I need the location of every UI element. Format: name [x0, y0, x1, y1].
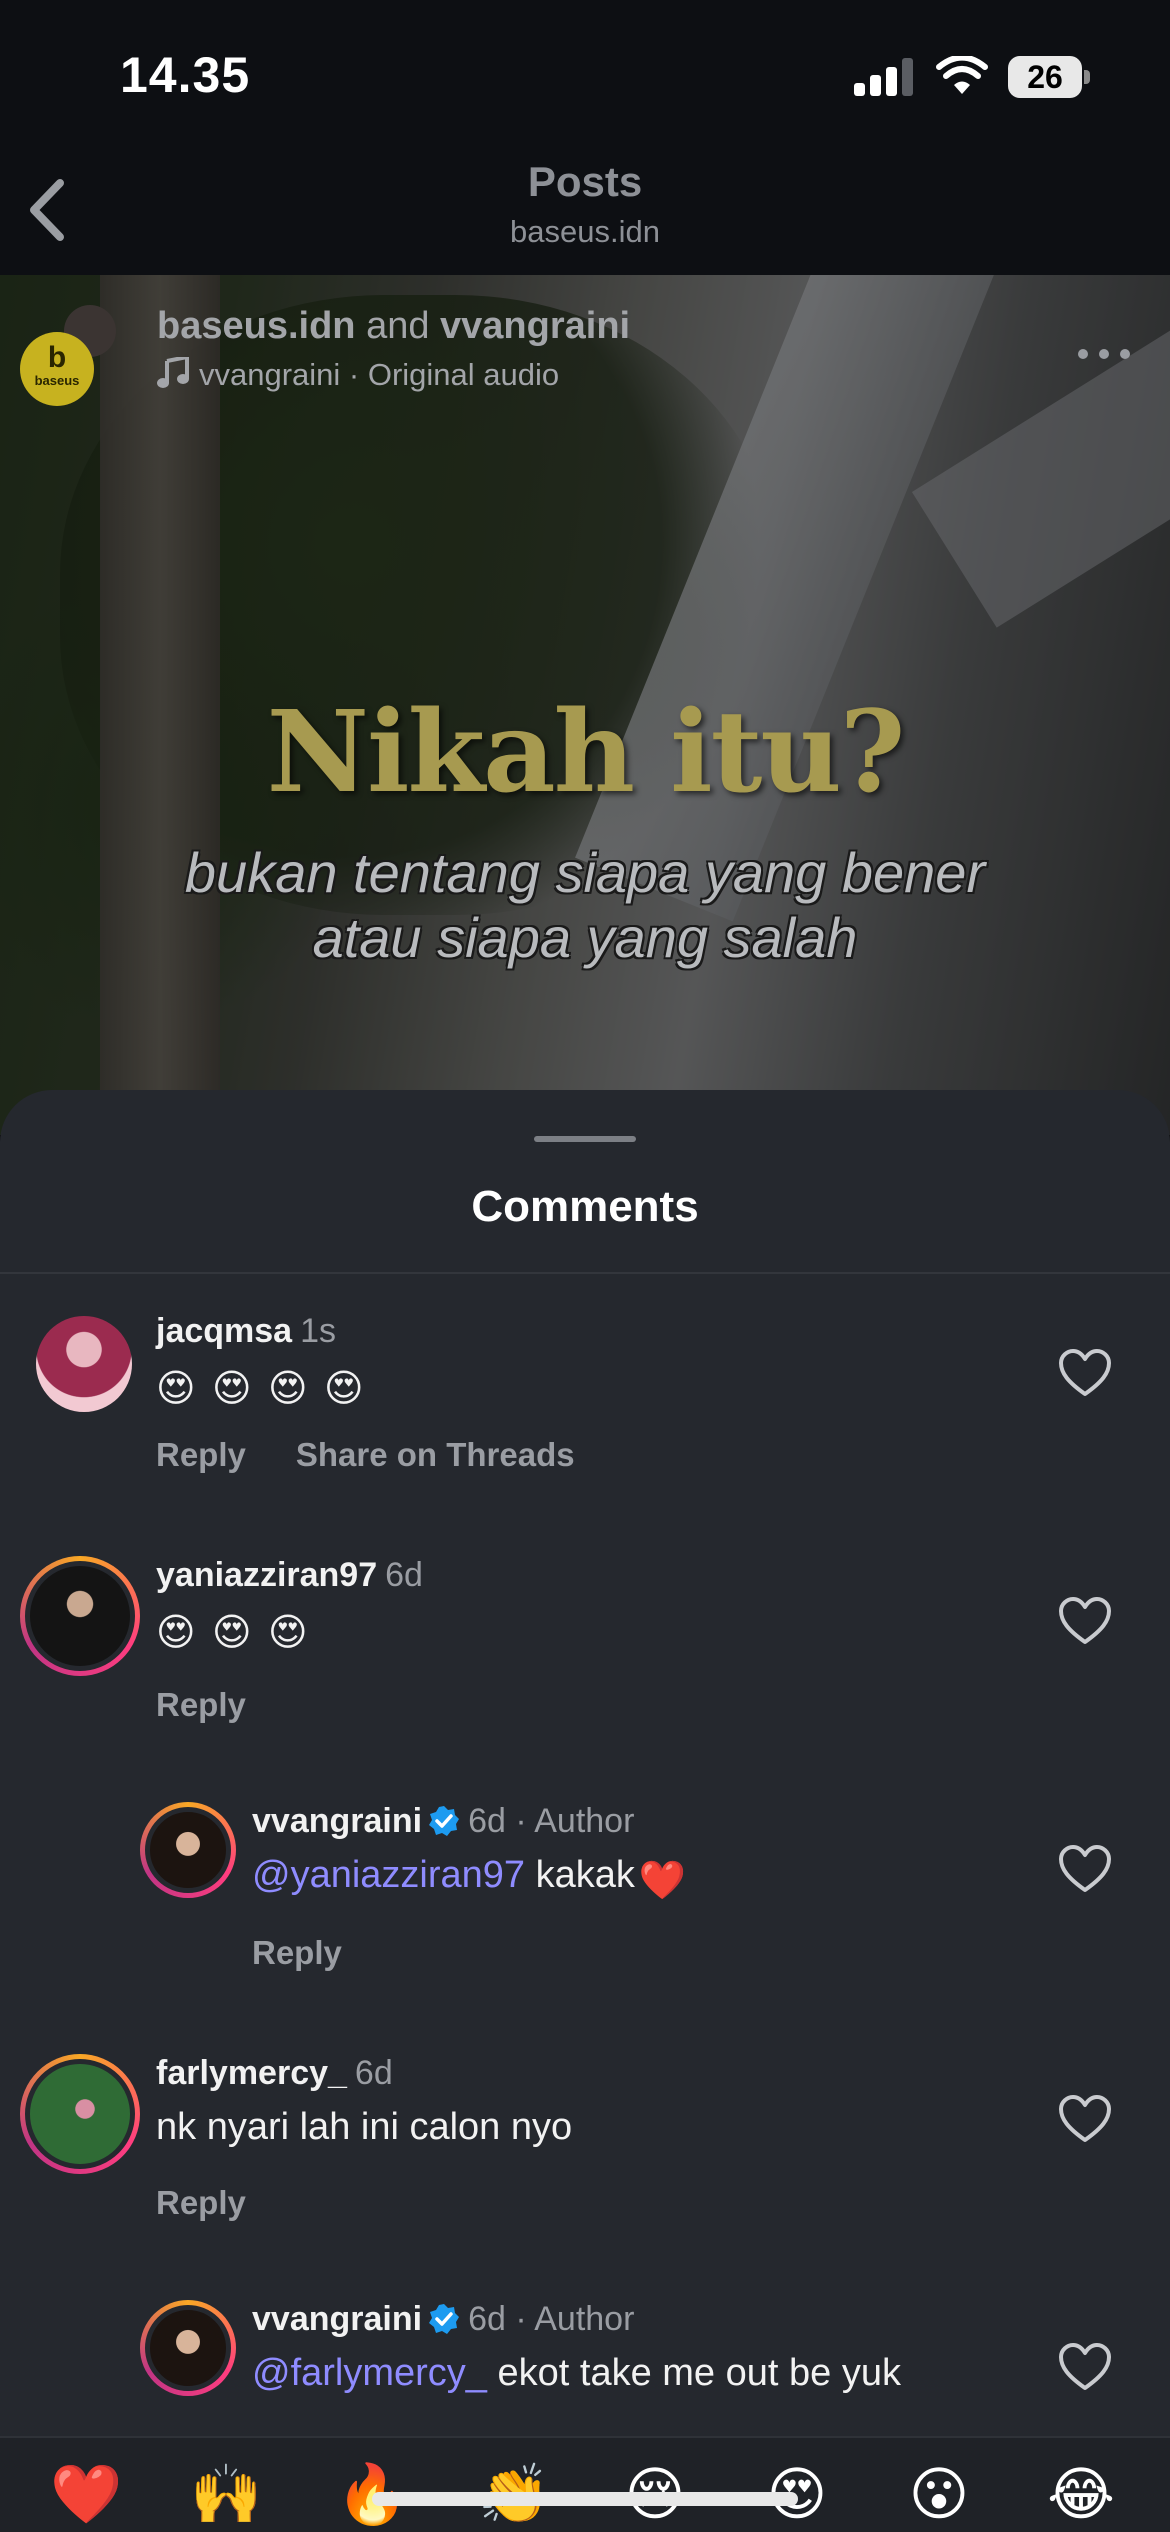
share-on-threads-button[interactable]: Share on Threads	[296, 1436, 575, 1473]
author-username[interactable]: baseus.idn	[157, 305, 356, 347]
avatar[interactable]	[140, 1802, 236, 1898]
heart-icon[interactable]	[1058, 1348, 1112, 1398]
comment-text: @farlymercy_ ekot take me out be yuk	[252, 2352, 901, 2394]
video-caption-line-1: bukan tentang siapa yang bener	[184, 841, 986, 904]
clock: 14.35	[120, 47, 251, 103]
comment-text: nk nyari lah ini calon nyo	[156, 2106, 573, 2148]
navigation-bar: Posts baseus.idn	[0, 140, 1170, 275]
audio-label[interactable]: vvangraini · Original audio	[157, 357, 559, 393]
video-caption-line-2: atau siapa yang salah	[312, 906, 858, 969]
more-horizontal-icon[interactable]	[1078, 347, 1130, 361]
post-authors[interactable]: baseus.idn and vvangraini	[157, 305, 630, 348]
reaction-surprised-face[interactable]: 😮	[904, 2460, 974, 2530]
heart-eyes-emoji: 😍	[212, 1368, 252, 1410]
heart-icon[interactable]	[1058, 1596, 1112, 1646]
comment-username[interactable]: farlymercy_ 6d	[156, 2054, 393, 2093]
avatar[interactable]	[20, 2054, 140, 2174]
avatar[interactable]	[20, 1556, 140, 1676]
comments-title: Comments	[471, 1182, 699, 1231]
comments-sheet: Comments jacqmsa 1s 😍 😍 😍 😍 Reply Share on Th…	[0, 1090, 1170, 2532]
heart-eyes-emoji: 😍	[156, 1612, 196, 1654]
comment-username[interactable]: yaniazziran97 6d	[156, 1556, 423, 1595]
comment-text: 😍 😍 😍	[156, 1606, 324, 1658]
heart-eyes-emoji: 😍	[268, 1368, 308, 1410]
reaction-raising-hands[interactable]: 🙌	[190, 2460, 262, 2530]
reply-button[interactable]: Reply	[252, 1934, 342, 1971]
collaborator-username[interactable]: vvangraini	[440, 305, 630, 347]
heart-icon[interactable]	[1058, 1844, 1112, 1894]
comment-username[interactable]: vvangraini 6d · Author	[252, 1802, 634, 1841]
heart-eyes-emoji: 😍	[212, 1612, 252, 1654]
comment-text: @yaniazziran97 kakak ❤️	[252, 1854, 695, 1907]
reaction-red-heart[interactable]: ❤️	[50, 2460, 122, 2530]
comment-text: 😍 😍 😍 😍	[156, 1362, 380, 1414]
heart-eyes-emoji: 😍	[324, 1368, 364, 1410]
comment-username[interactable]: vvangraini 6d · Author	[252, 2300, 634, 2339]
reply-button[interactable]: Reply	[156, 2184, 246, 2221]
sheet-drag-handle[interactable]	[534, 1136, 636, 1142]
avatar[interactable]	[140, 2300, 236, 2396]
page-title: Posts	[527, 158, 643, 205]
battery-level: 26	[1008, 56, 1082, 98]
divider	[0, 1272, 1170, 1274]
battery-icon: 26	[1008, 56, 1090, 98]
mention-link[interactable]: @yaniazziran97	[252, 1854, 525, 1896]
reaction-laughing-face[interactable]: 😂	[1046, 2460, 1116, 2530]
comment-username[interactable]: jacqmsa 1s	[156, 1312, 336, 1351]
video-caption-title: Nikah itu?	[266, 687, 906, 818]
page-subtitle: baseus.idn	[510, 214, 660, 249]
heart-eyes-emoji: 😍	[156, 1368, 196, 1410]
music-note-icon	[157, 357, 189, 388]
post-video[interactable]: b baseus baseus.idn and vvangraini vvang…	[0, 275, 1170, 1135]
mention-link[interactable]: @farlymercy_	[252, 2352, 487, 2394]
status-bar: 14.35 26	[0, 0, 1170, 140]
reply-button[interactable]: Reply	[156, 1436, 246, 1473]
heart-icon[interactable]	[1058, 2094, 1112, 2144]
heart-eyes-emoji: 😍	[268, 1612, 308, 1654]
reply-button[interactable]: Reply	[156, 1686, 246, 1723]
home-indicator[interactable]	[372, 2492, 798, 2506]
cellular-signal-icon	[854, 58, 914, 96]
verified-badge-icon	[429, 2304, 460, 2334]
red-heart-emoji: ❤️	[638, 1860, 687, 1902]
heart-icon[interactable]	[1058, 2342, 1112, 2392]
author-avatar[interactable]: b baseus	[20, 332, 94, 406]
verified-badge-icon	[429, 1806, 460, 1836]
wifi-icon	[936, 56, 988, 94]
quick-reaction-bar: ❤️ 🙌 🔥 👏 😢 😍 😮 😂	[0, 2436, 1170, 2532]
avatar[interactable]	[36, 1316, 132, 1412]
